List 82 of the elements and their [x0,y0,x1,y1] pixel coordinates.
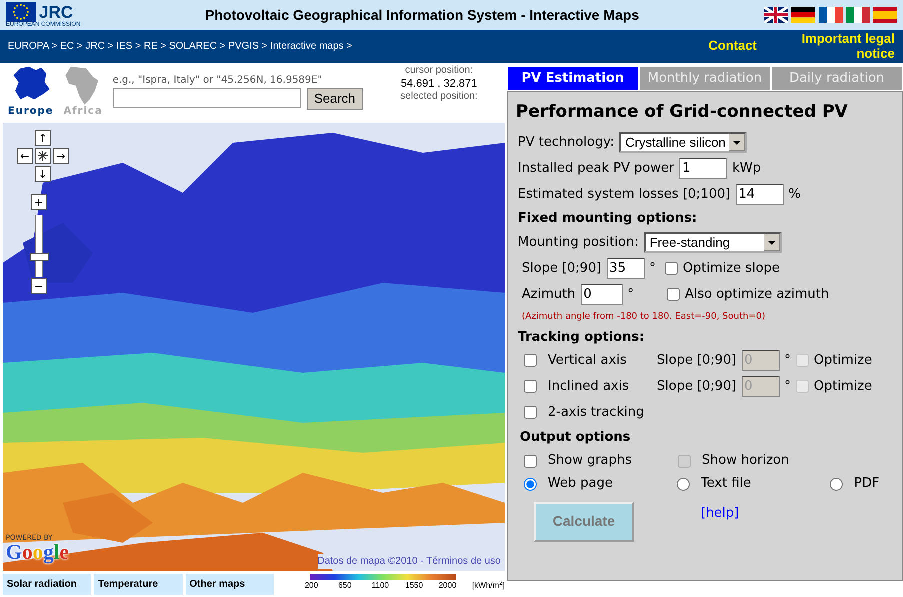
unit-label: ° [628,286,634,304]
tab[interactable]: PV Estimation [507,66,639,91]
map-tab[interactable]: Temperature [94,574,183,595]
section-heading: Tracking options: [518,328,645,347]
radio-label: PDF [854,475,881,494]
field-label: Slope [0;90] [522,260,602,278]
logo-text: JRC [39,4,74,20]
radio-label: Web page [548,475,614,494]
field-label: Estimated system losses [0;100] [518,186,731,204]
checkbox-label: Vertical axis [548,352,628,370]
checkbox-label: Optimize [814,378,872,396]
cursor-position-value: 54.691 , 32.871 [400,78,478,92]
cursor-position-label: cursor position: [404,65,474,78]
search-button[interactable]: Search [307,88,363,110]
pan-button[interactable]: → [53,148,69,164]
radio-button[interactable] [677,478,690,490]
map-tab[interactable]: Solar radiation [3,574,92,595]
checkbox-label: Optimize [814,352,872,370]
azimuth-note: (Azimuth angle from -180 to 180. East=-90, South=0) [522,310,766,324]
eu-flag-icon [6,2,36,22]
selected-position-label: selected position: [400,91,478,104]
scale-tick-label: 650 [338,580,353,592]
field-label: Installed peak PV power [518,160,674,178]
map-tab[interactable]: Other maps [186,574,274,595]
scale-tick-label: 1550 [405,580,424,592]
field-label: Slope [0;90] [657,378,737,396]
checkbox-label: 2-axis tracking [548,404,644,422]
help-link[interactable]: [help] [701,504,740,523]
checkbox-label: Show graphs [548,452,634,470]
scale-tick-label: 200 [304,580,320,592]
unit-label: ° [784,352,792,370]
pan-center-icon[interactable] [35,148,51,164]
radio-label: Text file [701,475,752,494]
dropdown[interactable]: Crystalline silicon [619,132,748,153]
pan-button[interactable]: ↓ [35,166,51,182]
page-title: Photovoltaic Geographical Information System - Interactive Maps [204,6,640,25]
field-label: Slope [0;90] [657,352,737,370]
zoom-in-button[interactable]: + [31,194,47,210]
caret-icon[interactable] [764,234,780,251]
map-attribution[interactable]: Datos de mapa ©2010 - Términos de uso [318,554,501,569]
checkbox[interactable] [667,288,680,301]
field-label: Mounting position: [518,234,639,252]
unit-label: kWp [732,160,762,178]
input-field[interactable]: 35 [606,258,645,279]
input-field[interactable]: 1 [679,158,728,179]
radio-button[interactable] [524,478,537,490]
field-label: PV technology: [518,134,614,152]
flag-icon[interactable] [791,7,816,23]
input-field[interactable]: 0 [580,284,623,305]
checkbox-label: Optimize slope [683,260,780,278]
checkbox[interactable] [524,454,537,468]
caret-icon[interactable] [729,134,746,151]
scale-tick-label: 2000 [438,580,458,592]
zoom-slider-thumb[interactable] [30,252,49,261]
unit-label: % [788,186,801,204]
scale-unit-label: [kWh/m$^{2}$] [472,580,506,592]
flag-icon[interactable] [764,7,788,23]
unit-label: ° [784,378,792,396]
field-label: Azimuth [522,286,576,304]
search-field[interactable] [112,88,301,108]
unit-label: ° [650,260,656,278]
radio-button[interactable] [830,478,844,490]
checkbox-label: Inclined axis [548,378,630,396]
section-heading: Fixed mounting options: [518,210,698,228]
region-button[interactable]: Europe [8,65,54,118]
flag-icon[interactable] [818,7,842,23]
input-field[interactable]: 14 [736,184,784,205]
breadcrumb: EUROPA > EC > JRC > IES > RE > SOLAREC > PVGIS > Interactive maps > [8,40,354,54]
checkbox[interactable] [665,262,678,275]
search-hint: e.g., "Ispra, Italy" or "45.256N, 16.9589E" [112,74,324,88]
checkbox-label: Also optimize azimuth [685,286,830,304]
pan-button[interactable]: ← [17,148,33,164]
scale-tick-label: 1100 [372,580,390,592]
form-title: Performance of Grid-connected PV [516,101,849,124]
checkbox[interactable] [524,406,537,419]
section-heading: Output options [520,428,631,447]
nav-link[interactable]: Important legal notice [795,32,895,62]
nav-link[interactable]: Contact [708,39,757,54]
zoom-out-button[interactable]: − [31,278,47,294]
checkbox-label: Show horizon [702,452,790,470]
dropdown[interactable]: Free-standing [644,232,782,253]
pan-button[interactable]: ↑ [35,130,51,146]
